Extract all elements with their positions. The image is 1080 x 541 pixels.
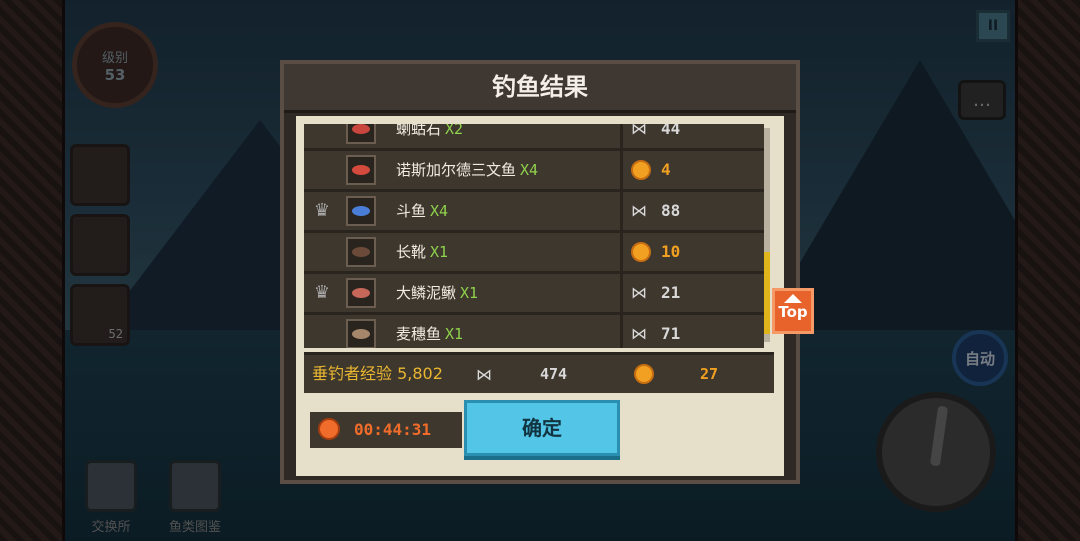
timer-value: 00:44:31 [354, 420, 432, 439]
fish-value: 10 [661, 242, 681, 261]
fishbone-icon: ⋈ [631, 324, 647, 343]
loach-icon [346, 278, 376, 308]
angler-exp-label: 垂钓者经验 5,802 [312, 364, 443, 383]
list-item: 长靴 X1 10 [304, 233, 764, 274]
fish-qty: X1 [460, 284, 479, 302]
list-item: 蝲蛄石 X2 ⋈ 44 [304, 124, 764, 151]
stopwatch-icon [318, 418, 340, 440]
fishbone-icon: ⋈ [631, 124, 647, 138]
catch-list[interactable]: 蝲蛄石 X2 ⋈ 44 诺斯加尔德三文鱼 X4 4 ♛ 斗鱼 X4 ⋈ 88 长… [304, 124, 764, 348]
list-item: ♛ 大鳞泥鳅 X1 ⋈ 21 [304, 274, 764, 315]
list-item: 麦穗鱼 X1 ⋈ 71 [304, 315, 764, 348]
fish-name: 麦穗鱼 [396, 325, 442, 343]
fish-value: 21 [661, 283, 681, 302]
fish-name: 斗鱼 [396, 202, 427, 220]
coin-icon [631, 242, 651, 262]
fish-value: 44 [661, 124, 681, 138]
fishbone-icon: ⋈ [476, 365, 492, 384]
trophy-slot [312, 160, 332, 180]
confirm-button[interactable]: 确定 [464, 400, 620, 456]
fish-value: 4 [661, 160, 671, 179]
arrow-up-icon [784, 294, 802, 303]
coin-icon [634, 364, 654, 384]
scroll-top-label: Top [778, 303, 808, 321]
trophy-slot [312, 242, 332, 262]
boot-icon [346, 237, 376, 267]
fish-qty: X4 [520, 161, 539, 179]
crayfish-icon [346, 124, 376, 144]
fish-qty: X1 [445, 325, 464, 343]
stone-moroko-icon [346, 319, 376, 348]
dialog-title: 钓鱼结果 [284, 64, 796, 113]
scroll-top-button[interactable]: Top [772, 288, 814, 334]
list-item: ♛ 斗鱼 X4 ⋈ 88 [304, 192, 764, 233]
session-timer: 00:44:31 [310, 412, 462, 448]
fish-name: 大鳞泥鳅 [396, 284, 457, 302]
fish-value: 88 [661, 201, 681, 220]
result-summary: 垂钓者经验 5,802 ⋈ 474 27 [304, 352, 774, 393]
scrollbar-thumb[interactable] [764, 252, 770, 334]
coin-icon [631, 160, 651, 180]
fish-name: 诺斯加尔德三文鱼 [396, 161, 517, 179]
fishbone-total: 474 [540, 365, 568, 383]
fish-value: 71 [661, 324, 681, 343]
fishbone-icon: ⋈ [631, 201, 647, 220]
trophy-slot [312, 124, 332, 139]
fish-qty: X1 [430, 243, 449, 261]
trophy-slot [312, 324, 332, 344]
fish-qty: X2 [445, 124, 464, 138]
fish-qty: X4 [430, 202, 449, 220]
trophy-icon: ♛ [313, 282, 331, 303]
coin-total: 27 [700, 365, 719, 383]
list-item: 诺斯加尔德三文鱼 X4 4 [304, 151, 764, 192]
fishbone-icon: ⋈ [631, 283, 647, 302]
game-scene: 级别 53 52 II … 自动 交换所 鱼类图鉴 钓鱼结果 蝲蛄石 X2 ⋈ 4… [0, 0, 1080, 541]
betta-icon [346, 196, 376, 226]
trophy-icon: ♛ [313, 200, 331, 221]
salmon-icon [346, 155, 376, 185]
fish-name: 长靴 [396, 243, 427, 261]
fishing-result-dialog: 钓鱼结果 蝲蛄石 X2 ⋈ 44 诺斯加尔德三文鱼 X4 4 ♛ 斗鱼 X4 ⋈… [280, 60, 800, 484]
fish-name: 蝲蛄石 [396, 124, 442, 138]
